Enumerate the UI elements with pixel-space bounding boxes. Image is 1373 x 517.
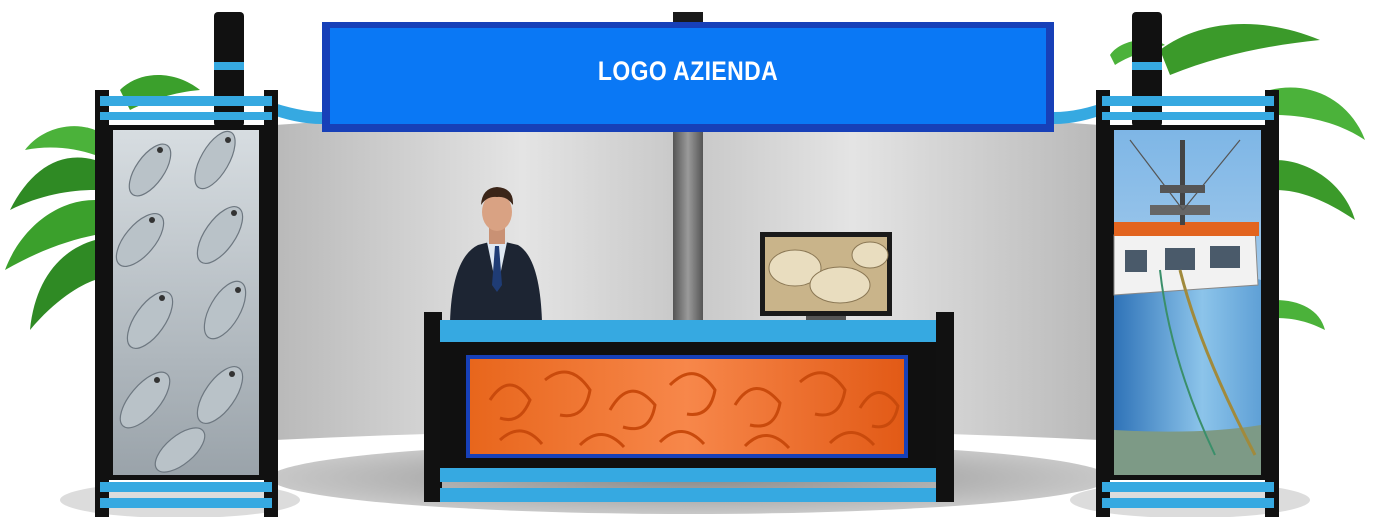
exhibition-stand-scene: LOGO AZIENDA bbox=[0, 0, 1373, 517]
monitor bbox=[760, 232, 892, 322]
reception-counter bbox=[424, 312, 954, 502]
boat-roof bbox=[1114, 222, 1259, 236]
logo-banner-text: LOGO AZIENDA bbox=[597, 55, 779, 86]
center-pole-cap bbox=[673, 12, 703, 22]
right-tower bbox=[1096, 12, 1279, 517]
